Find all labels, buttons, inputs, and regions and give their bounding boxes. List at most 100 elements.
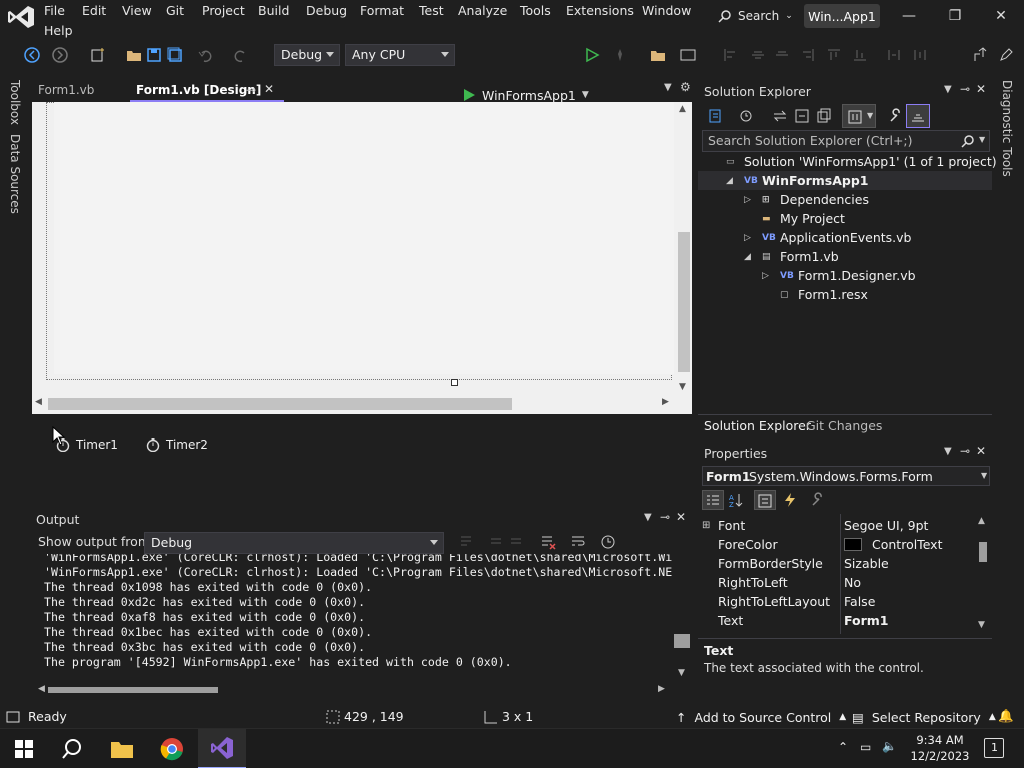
output-source-dropdown[interactable]: Debug [144, 532, 444, 554]
settings-icon[interactable]: ⚙ [680, 80, 691, 94]
clock[interactable]: 9:34 AM 12/2/2023 [908, 732, 972, 764]
menu-item-file[interactable]: File [44, 3, 65, 18]
events-lightning-icon[interactable] [782, 492, 798, 508]
property-row[interactable]: RightToLeft No [698, 573, 974, 592]
hot-reload-icon[interactable] [612, 47, 628, 63]
designer-horizontal-scrollbar[interactable]: ◀ ▶ [32, 396, 676, 412]
toolbox-tab[interactable]: Toolbox [8, 80, 22, 125]
tree-item[interactable]: ▷ VB ApplicationEvents.vb [698, 228, 992, 247]
property-row[interactable]: RightToLeftLayout False [698, 592, 974, 611]
notifications-bell-icon[interactable]: 🔔 [998, 708, 1014, 724]
tab-git-changes[interactable]: Git Changes [806, 418, 882, 433]
property-value[interactable]: ControlText [872, 537, 942, 552]
volume-icon[interactable]: 🔈 [882, 739, 897, 753]
file-explorer-taskbar-icon[interactable] [98, 729, 146, 768]
add-to-source-control-button[interactable]: ↑ Add to Source Control ▲ [676, 706, 846, 728]
solution-name-badge[interactable]: Win...App1 [804, 4, 880, 28]
object-selector-dropdown[interactable]: Form1 System.Windows.Forms.Form ▼ [702, 466, 990, 486]
pin-icon[interactable]: ⊸ [660, 510, 670, 524]
expander-icon[interactable]: ▷ [744, 233, 751, 243]
panel-menu-icon[interactable]: ▼ [944, 446, 952, 457]
timestamp-icon[interactable] [600, 534, 616, 550]
form-designer-surface[interactable] [32, 102, 692, 414]
back-icon[interactable] [24, 47, 40, 63]
scroll-right-icon[interactable]: ▶ [662, 397, 669, 407]
scroll-thumb[interactable] [48, 398, 512, 410]
resize-handle[interactable] [451, 379, 458, 386]
tab-form1-code[interactable]: Form1.vb [32, 78, 100, 102]
menu-item-tools[interactable]: Tools [520, 3, 551, 18]
timer2-component[interactable]: Timer2 [146, 438, 208, 452]
start-without-debugging-icon[interactable] [584, 47, 600, 63]
save-icon[interactable] [146, 47, 162, 63]
search-icon[interactable] [961, 134, 975, 148]
align-bottom-icon[interactable] [852, 47, 868, 63]
property-pages-icon[interactable] [810, 492, 826, 508]
browse-folder-icon[interactable] [650, 47, 666, 63]
menu-item-git[interactable]: Git [166, 3, 184, 18]
history-icon[interactable] [738, 108, 754, 124]
menu-item-extensions[interactable]: Extensions [566, 3, 634, 18]
tab-form1-design[interactable]: Form1.vb [Design] ⊸ ✕ [130, 78, 284, 102]
new-project-icon[interactable] [90, 47, 106, 63]
menu-item-build[interactable]: Build [258, 3, 289, 18]
scroll-right-icon[interactable]: ▶ [658, 684, 665, 694]
close-icon[interactable]: ✕ [976, 82, 986, 96]
solution-search-input[interactable]: Search Solution Explorer (Ctrl+;) ▼ [702, 130, 990, 152]
collapse-all-icon[interactable] [794, 108, 810, 124]
tree-item[interactable]: ▢ Form1.resx [698, 285, 992, 304]
align-center-icon[interactable] [750, 47, 766, 63]
feedback-icon[interactable] [998, 47, 1014, 63]
align-left-icon[interactable] [722, 47, 738, 63]
open-folder-icon[interactable] [126, 47, 142, 63]
align-right-icon[interactable] [800, 47, 816, 63]
sync-icon[interactable] [772, 108, 788, 124]
panel-menu-icon[interactable]: ▼ [644, 512, 652, 523]
scroll-down-icon[interactable]: ▼ [679, 382, 686, 392]
expander-icon[interactable]: ◢ [726, 176, 733, 186]
chevron-down-icon[interactable]: ▼ [979, 135, 985, 144]
close-icon[interactable]: ✕ [676, 510, 686, 524]
scroll-down-icon[interactable]: ▼ [978, 620, 985, 630]
menu-item-analyze[interactable]: Analyze [458, 3, 507, 18]
menu-item-test[interactable]: Test [419, 3, 444, 18]
visual-studio-logo-icon[interactable] [6, 4, 36, 30]
output-horizontal-scrollbar[interactable]: ◀ ▶ [38, 684, 668, 696]
menu-item-format[interactable]: Format [360, 3, 404, 18]
diagnostic-tools-tab[interactable]: Diagnostic Tools [1000, 80, 1014, 177]
property-value[interactable]: Sizable [844, 556, 889, 571]
tree-item[interactable]: ◢ ▤ Form1.vb [698, 247, 992, 266]
spacing-equal-icon[interactable] [912, 47, 928, 63]
property-row[interactable]: Text Form1 [698, 611, 974, 630]
property-value[interactable]: False [844, 594, 875, 609]
tab-overflow-icon[interactable]: ▼ [664, 82, 672, 93]
start-button[interactable] [0, 729, 48, 768]
visual-studio-taskbar-icon[interactable] [198, 729, 246, 768]
column-divider[interactable] [840, 514, 841, 634]
clear-all-icon[interactable] [540, 534, 556, 550]
properties-view-button[interactable] [754, 490, 776, 510]
share-icon[interactable] [972, 47, 988, 63]
find-message-icon[interactable] [458, 534, 474, 550]
show-all-files-icon[interactable] [816, 108, 832, 124]
scroll-up-icon[interactable]: ▲ [679, 104, 686, 114]
panel-menu-icon[interactable]: ▼ [944, 84, 952, 95]
forward-icon[interactable] [52, 47, 68, 63]
switch-views-icon[interactable] [708, 108, 724, 124]
designer-vertical-scrollbar[interactable]: ▲ ▼ [676, 102, 692, 396]
spacing-icon[interactable] [886, 47, 902, 63]
configuration-dropdown[interactable]: Debug [274, 44, 340, 66]
menu-item-debug[interactable]: Debug [306, 3, 347, 18]
tree-item[interactable]: ▷ ⊞ Dependencies [698, 190, 992, 209]
menu-item-window[interactable]: Window [642, 3, 691, 18]
previous-message-icon[interactable] [488, 534, 504, 550]
next-message-icon[interactable] [508, 534, 524, 550]
property-row[interactable]: ForeColor ControlText [698, 535, 974, 554]
scroll-up-icon[interactable]: ▲ [978, 516, 985, 526]
restore-icon[interactable]: ❐ [932, 0, 978, 32]
data-sources-tab[interactable]: Data Sources [8, 134, 22, 214]
platform-dropdown[interactable]: Any CPU [345, 44, 455, 66]
search-button[interactable]: Search ⌄ [712, 4, 799, 28]
chevron-up-icon[interactable]: ⌃ [838, 740, 848, 754]
pin-icon[interactable]: ⊸ [960, 444, 970, 458]
